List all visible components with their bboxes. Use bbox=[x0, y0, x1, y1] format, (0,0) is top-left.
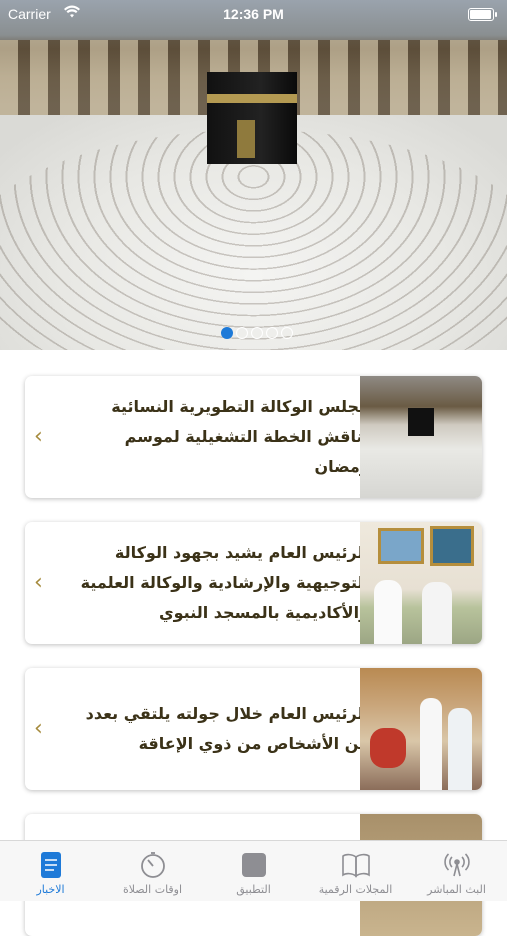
tab-live-broadcast[interactable]: البث المباشر bbox=[406, 841, 507, 901]
clock-label: 12:36 PM bbox=[223, 6, 284, 22]
book-icon bbox=[341, 850, 371, 880]
page-dot[interactable] bbox=[266, 327, 278, 339]
news-card-title: مجلس الوكالة التطويرية النسائية يناقش ال… bbox=[111, 397, 369, 476]
tab-news[interactable]: الاخبار bbox=[0, 841, 101, 901]
tab-label: الاخبار bbox=[36, 883, 65, 896]
tab-digital-magazines[interactable]: المجلات الرقمية bbox=[305, 841, 406, 901]
tab-app[interactable]: التطبيق bbox=[203, 841, 304, 901]
tab-label: المجلات الرقمية bbox=[318, 883, 393, 896]
status-bar: Carrier 12:36 PM bbox=[0, 0, 507, 30]
broadcast-icon bbox=[442, 850, 472, 880]
page-dot[interactable] bbox=[251, 327, 263, 339]
tab-prayer-times[interactable]: اوقات الصلاة bbox=[102, 841, 203, 901]
page-dot[interactable] bbox=[236, 327, 248, 339]
news-document-icon bbox=[36, 850, 66, 880]
hero-slider-image[interactable] bbox=[0, 0, 507, 350]
news-card[interactable]: ‹ الرئيس العام خلال جولته يلتقي بعدد من … bbox=[25, 668, 482, 790]
tab-bar: البث المباشر المجلات الرقمية التطبيق اوق… bbox=[0, 840, 507, 901]
battery-icon bbox=[468, 8, 497, 21]
tab-label: اوقات الصلاة bbox=[122, 883, 183, 896]
news-card-title: الرئيس العام يشيد بجهود الوكالة التوجيهي… bbox=[80, 543, 369, 622]
chevron-left-icon: ‹ bbox=[34, 570, 43, 595]
page-dot[interactable] bbox=[221, 327, 233, 339]
hero-page-indicator[interactable] bbox=[221, 327, 293, 341]
chevron-left-icon: ‹ bbox=[34, 424, 43, 449]
news-card-title: الرئيس العام خلال جولته يلتقي بعدد من ال… bbox=[85, 704, 369, 753]
tab-label: البث المباشر bbox=[427, 883, 486, 896]
hero-kaaba-shape bbox=[207, 72, 297, 164]
page-dot[interactable] bbox=[281, 327, 293, 339]
tab-label: التطبيق bbox=[236, 883, 271, 896]
chevron-left-icon: ‹ bbox=[34, 716, 43, 741]
app-square-icon bbox=[239, 850, 269, 880]
news-card-thumbnail bbox=[360, 522, 482, 644]
news-card[interactable]: ‹ مجلس الوكالة التطويرية النسائية يناقش … bbox=[25, 376, 482, 498]
news-card[interactable]: ‹ الرئيس العام يشيد بجهود الوكالة التوجي… bbox=[25, 522, 482, 644]
news-card-thumbnail bbox=[360, 668, 482, 790]
news-card-thumbnail bbox=[360, 376, 482, 498]
stopwatch-icon bbox=[138, 850, 168, 880]
